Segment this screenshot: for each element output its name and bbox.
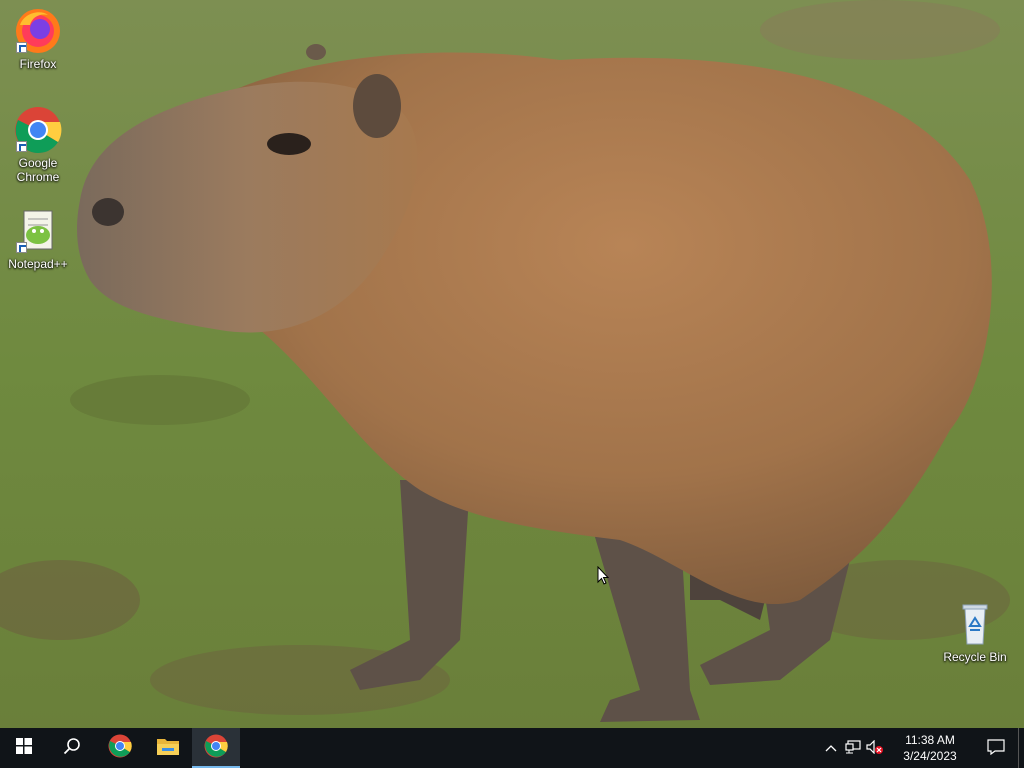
volume-muted-icon	[866, 739, 884, 757]
start-button[interactable]	[0, 728, 48, 768]
notepadpp-icon	[14, 207, 62, 255]
show-hidden-icons-button[interactable]	[820, 728, 842, 768]
network-icon	[845, 739, 861, 757]
network-button[interactable]	[842, 728, 864, 768]
clock-time: 11:38 AM	[905, 733, 955, 747]
mouse-cursor-icon	[597, 565, 610, 590]
desktop-icon-label: Firefox	[19, 57, 57, 71]
show-desktop-button[interactable]	[1018, 728, 1024, 768]
action-center-icon	[987, 738, 1005, 758]
firefox-icon	[14, 7, 62, 55]
desktop-icon-label: Recycle Bin	[943, 650, 1007, 664]
search-button[interactable]	[48, 728, 96, 768]
desktop-wallpaper	[0, 0, 1024, 728]
windows-icon	[16, 737, 32, 759]
desktop-icon-recycle-bin[interactable]: Recycle Bin	[940, 600, 1010, 664]
search-icon	[63, 737, 81, 760]
taskbar-chrome-running[interactable]	[192, 728, 240, 768]
chevron-up-icon	[825, 741, 837, 755]
action-center-button[interactable]	[974, 728, 1018, 768]
chrome-icon	[204, 734, 228, 763]
shortcut-arrow-icon	[16, 42, 27, 53]
desktop-icon-notepadpp[interactable]: Notepad++	[3, 207, 73, 271]
desktop-icon-label: Notepad++	[8, 257, 68, 271]
folder-icon	[156, 736, 180, 761]
taskbar-clock[interactable]: 11:38 AM 3/24/2023	[886, 732, 974, 764]
system-tray: 11:38 AM 3/24/2023	[820, 728, 1024, 768]
clock-date: 3/24/2023	[903, 749, 957, 763]
desktop-icon-label: Google Chrome	[16, 156, 60, 184]
chrome-icon	[108, 734, 132, 763]
taskbar: 11:38 AM 3/24/2023	[0, 728, 1024, 768]
recycle-bin-icon	[951, 600, 999, 648]
desktop-icon-google-chrome[interactable]: Google Chrome	[3, 106, 73, 184]
shortcut-arrow-icon	[16, 242, 27, 253]
taskbar-chrome-pinned[interactable]	[96, 728, 144, 768]
shortcut-arrow-icon	[16, 141, 27, 152]
volume-button[interactable]	[864, 728, 886, 768]
desktop-icon-firefox[interactable]: Firefox	[3, 7, 73, 71]
chrome-icon	[14, 106, 62, 154]
taskbar-file-explorer[interactable]	[144, 728, 192, 768]
